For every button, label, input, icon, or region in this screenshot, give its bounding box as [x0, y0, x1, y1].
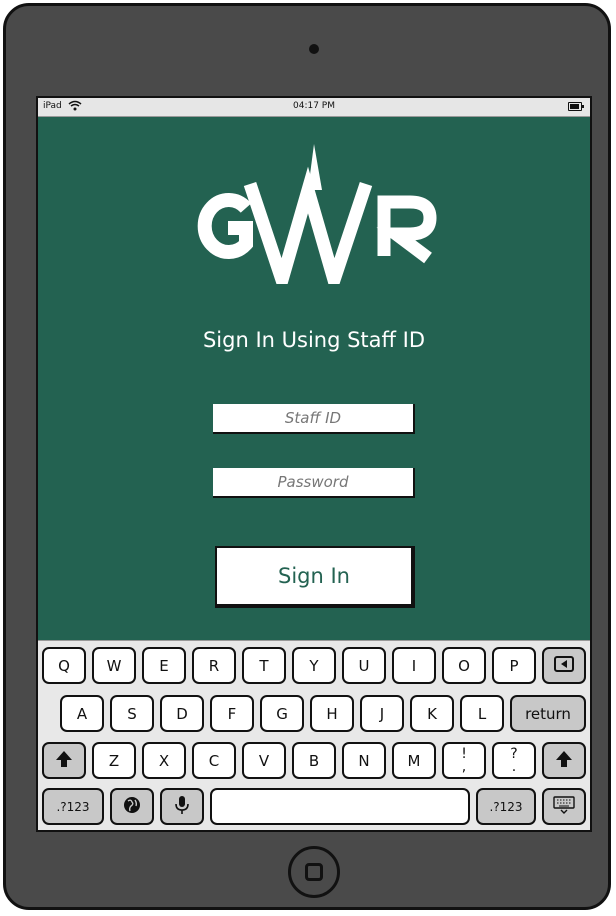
key-f[interactable]: F: [210, 695, 254, 732]
clock: 04:17 PM: [293, 101, 335, 111]
key-j[interactable]: J: [360, 695, 404, 732]
key-r[interactable]: R: [192, 647, 236, 684]
key-question-period[interactable]: ? .: [492, 742, 536, 779]
key-y[interactable]: Y: [292, 647, 336, 684]
key-c[interactable]: C: [192, 742, 236, 779]
gwr-logo: [188, 144, 440, 302]
key-comma-glyph: ,: [461, 758, 467, 775]
key-v[interactable]: V: [242, 742, 286, 779]
key-d[interactable]: D: [160, 695, 204, 732]
key-period-glyph: .: [511, 758, 517, 775]
shift-key-left[interactable]: [42, 742, 86, 779]
backspace-icon: [554, 655, 574, 676]
camera: [309, 44, 319, 54]
key-a[interactable]: A: [60, 695, 104, 732]
key-e[interactable]: E: [142, 647, 186, 684]
key-exclamation-comma[interactable]: ! ,: [442, 742, 486, 779]
staff-id-input[interactable]: [213, 404, 415, 434]
key-g[interactable]: G: [260, 695, 304, 732]
backspace-key[interactable]: [542, 647, 586, 684]
page-title: Sign In Using Staff ID: [202, 328, 426, 352]
on-screen-keyboard: Q W E R T Y U I O P A S D F G H J K L re…: [38, 640, 590, 830]
key-z[interactable]: Z: [92, 742, 136, 779]
numbers-key-right[interactable]: .?123: [476, 788, 536, 825]
home-square-icon: [305, 863, 323, 881]
globe-key[interactable]: [110, 788, 154, 825]
gwr-logo-graphic: [197, 144, 437, 302]
key-k[interactable]: K: [410, 695, 454, 732]
keyboard-hide-icon: [553, 795, 575, 818]
numbers-key-left[interactable]: .?123: [42, 788, 104, 825]
key-b[interactable]: B: [292, 742, 336, 779]
key-t[interactable]: T: [242, 647, 286, 684]
key-m[interactable]: M: [392, 742, 436, 779]
return-key[interactable]: return: [510, 695, 586, 732]
battery-icon: [568, 102, 584, 111]
screen: iPad 04:17 PM Sign In Using Staff ID Sta…: [36, 96, 592, 832]
shift-arrow-icon: [55, 750, 73, 772]
status-bar: iPad 04:17 PM: [38, 98, 590, 117]
key-i[interactable]: I: [392, 647, 436, 684]
ipad-frame: iPad 04:17 PM Sign In Using Staff ID Sta…: [3, 3, 611, 910]
key-h[interactable]: H: [310, 695, 354, 732]
microphone-icon: [174, 795, 190, 819]
microphone-key[interactable]: [160, 788, 204, 825]
hide-keyboard-key[interactable]: [542, 788, 586, 825]
key-s[interactable]: S: [110, 695, 154, 732]
shift-arrow-icon: [555, 750, 573, 772]
key-l[interactable]: L: [460, 695, 504, 732]
key-x[interactable]: X: [142, 742, 186, 779]
key-exclamation-comma-label: ! ,: [461, 747, 467, 775]
key-p[interactable]: P: [492, 647, 536, 684]
home-button[interactable]: [288, 846, 340, 898]
shift-key-right[interactable]: [542, 742, 586, 779]
sign-in-button[interactable]: Sign In: [215, 546, 415, 608]
globe-icon: [123, 796, 141, 818]
key-n[interactable]: N: [342, 742, 386, 779]
space-bar[interactable]: [210, 788, 470, 825]
key-question-period-label: ? .: [510, 747, 517, 775]
password-input[interactable]: [213, 468, 415, 498]
key-o[interactable]: O: [442, 647, 486, 684]
key-w[interactable]: W: [92, 647, 136, 684]
key-q[interactable]: Q: [42, 647, 86, 684]
key-u[interactable]: U: [342, 647, 386, 684]
